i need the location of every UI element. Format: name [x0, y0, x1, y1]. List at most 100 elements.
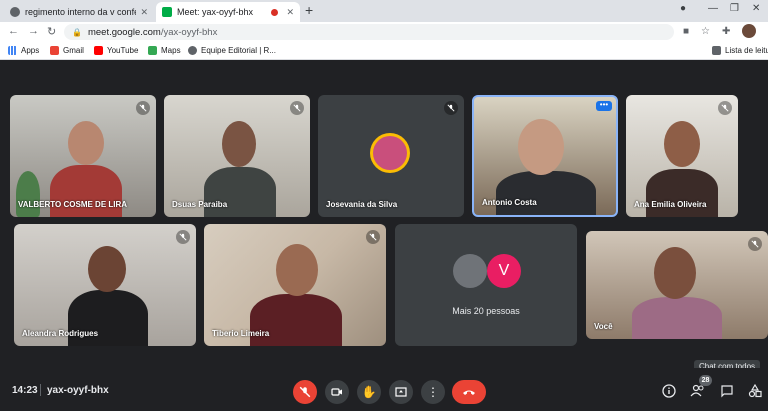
reload-icon[interactable]: ↻	[47, 25, 56, 38]
globe-icon	[188, 46, 197, 55]
plant-decor	[16, 171, 40, 217]
mic-off-icon	[176, 230, 190, 244]
mic-off-icon	[136, 101, 150, 115]
back-icon[interactable]: ←	[8, 25, 19, 37]
divider	[40, 384, 41, 396]
bookmark-label: YouTube	[107, 46, 139, 55]
people-button[interactable]	[690, 384, 706, 403]
activities-button[interactable]	[748, 383, 762, 403]
bookmark-label: Maps	[161, 46, 181, 55]
meeting-clock: 14:23	[12, 385, 38, 396]
close-tab-icon[interactable]: ✕	[286, 7, 294, 18]
url-bar[interactable]: 🔒 meet.google.com/yax-oyyf-bhx	[64, 24, 674, 40]
people-icon	[690, 384, 704, 397]
camera-in-use-icon[interactable]: ■	[683, 26, 689, 37]
bookmark-apps[interactable]: Apps	[8, 46, 39, 55]
participant-tile[interactable]: Aleandra Rodrigues	[14, 224, 196, 346]
tab-title: Meet: yax-oyyf-bhx	[177, 7, 254, 17]
participant-tile[interactable]: Tiberio Limeira	[204, 224, 386, 346]
participant-name: Josevania da Silva	[326, 200, 398, 209]
meeting-code: yax-oyyf-bhx	[47, 385, 109, 396]
mic-off-icon	[748, 237, 762, 251]
minimize-icon[interactable]: —	[708, 3, 718, 14]
chat-button[interactable]	[720, 384, 734, 403]
globe-icon	[10, 7, 20, 17]
reading-list[interactable]: Lista de leitu	[712, 46, 768, 55]
participant-video	[664, 121, 700, 167]
profile-menu-icon[interactable]: ●	[680, 3, 686, 14]
avatar	[373, 136, 407, 170]
participant-name: Tiberio Limeira	[212, 329, 270, 338]
url-path: /yax-oyyf-bhx	[160, 26, 218, 38]
participant-tile[interactable]: ••• Antonio Costa	[472, 95, 618, 217]
mic-off-icon	[444, 101, 458, 115]
participant-name: Ana Emilia Oliveira	[634, 200, 707, 209]
participant-name: Você	[594, 322, 613, 331]
bookmark-youtube[interactable]: YouTube	[94, 46, 138, 55]
tab-title: regimento interno da v conferê	[25, 7, 137, 17]
bookmark-label: Apps	[21, 46, 40, 55]
browser-tab-strip: regimento interno da v conferê ✕ Meet: y…	[0, 0, 768, 22]
participant-video	[50, 165, 122, 217]
bookmark-star-icon[interactable]: ☆	[701, 26, 710, 37]
participant-name: Dsuas Paraiba	[172, 200, 228, 209]
more-options-icon[interactable]: •••	[596, 101, 612, 111]
present-screen-button[interactable]	[389, 380, 413, 404]
participant-video	[518, 119, 564, 175]
hang-up-icon	[463, 390, 475, 395]
lock-icon: 🔒	[72, 27, 82, 37]
reading-list-label: Lista de leitu	[725, 46, 768, 55]
meeting-details-button[interactable]	[662, 384, 676, 403]
participant-name: Antonio Costa	[482, 198, 537, 207]
mic-toggle-button[interactable]	[293, 380, 317, 404]
participant-name: Aleandra Rodrigues	[22, 329, 99, 338]
present-icon	[395, 387, 407, 397]
participant-video	[496, 171, 596, 215]
url-host: meet.google.com	[87, 26, 161, 38]
participant-tile[interactable]: VALBERTO COSME DE LIRA	[10, 95, 156, 217]
reading-list-icon	[712, 46, 721, 55]
bookmark-equipe[interactable]: Equipe Editorial | R...	[188, 46, 276, 55]
activities-icon	[748, 383, 762, 398]
participant-tile[interactable]: Ana Emilia Oliveira	[626, 95, 738, 217]
profile-avatar[interactable]	[742, 24, 756, 38]
people-count-badge: 28	[699, 375, 712, 386]
extensions-icon[interactable]: ✚	[722, 26, 730, 37]
meet-icon	[162, 7, 172, 17]
forward-icon[interactable]: →	[28, 25, 39, 37]
participant-video	[632, 297, 722, 339]
close-tab-icon[interactable]: ✕	[140, 7, 148, 18]
bookmark-label: Equipe Editorial | R...	[201, 46, 277, 55]
participant-video	[646, 169, 718, 217]
meeting-controls-bar: 14:23 yax-oyyf-bhx ✋ ⋮ 28	[0, 368, 768, 411]
bookmark-label: Gmail	[63, 46, 84, 55]
raise-hand-button[interactable]: ✋	[357, 380, 381, 404]
leave-call-button[interactable]	[452, 380, 486, 404]
close-window-icon[interactable]: ✕	[752, 3, 760, 14]
bookmark-gmail[interactable]: Gmail	[50, 46, 84, 55]
participant-tile[interactable]: Dsuas Paraiba	[164, 95, 310, 217]
self-view-tile[interactable]: Você	[586, 231, 768, 339]
restore-icon[interactable]: ❐	[730, 3, 739, 14]
more-participants-label: Mais 20 pessoas	[452, 306, 520, 316]
apps-grid-icon	[8, 46, 17, 55]
participant-video	[204, 167, 276, 217]
participant-video	[222, 121, 256, 167]
bookmarks-bar: Apps Gmail YouTube Maps Equipe Editorial…	[0, 42, 768, 60]
info-icon	[662, 384, 676, 398]
new-tab-button[interactable]: +	[305, 2, 313, 18]
tab-meet[interactable]: Meet: yax-oyyf-bhx ✕	[156, 2, 300, 22]
mic-off-icon	[718, 101, 732, 115]
more-options-button[interactable]: ⋮	[421, 380, 445, 404]
participant-video	[88, 246, 126, 292]
camera-toggle-button[interactable]	[325, 380, 349, 404]
gmail-icon	[50, 46, 59, 55]
participant-tile[interactable]: Josevania da Silva	[318, 95, 464, 217]
bookmark-maps[interactable]: Maps	[148, 46, 181, 55]
tab-regimento[interactable]: regimento interno da v conferê ✕	[4, 2, 154, 22]
participant-video	[250, 294, 342, 346]
more-participants-tile[interactable]: V Mais 20 pessoas	[395, 224, 577, 346]
mic-off-icon	[290, 101, 304, 115]
chat-icon	[721, 385, 733, 398]
hand-icon: ✋	[361, 385, 377, 399]
